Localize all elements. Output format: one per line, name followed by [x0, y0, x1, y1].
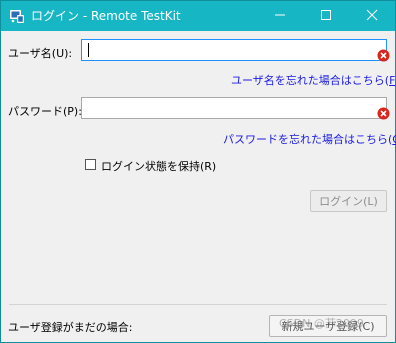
window-title: ログイン - Remote TestKit — [31, 9, 181, 23]
forgot-password-link-text: パスワードを忘れた場合はこちら( — [223, 133, 393, 146]
forgot-password-link-key: O — [392, 133, 396, 146]
login-window: ログイン - Remote TestKit ユーザ名(U): ユーザ名を忘れた場… — [0, 0, 396, 343]
keep-login-label[interactable]: ログイン状態を保持(R) — [101, 158, 216, 174]
maximize-icon — [320, 9, 332, 24]
error-icon — [377, 49, 390, 62]
username-field[interactable] — [81, 39, 387, 61]
not-registered-label: ユーザ登録がまだの場合: — [8, 321, 133, 334]
minimize-icon — [274, 9, 286, 24]
keep-login-checkbox[interactable] — [85, 159, 96, 170]
text-caret — [88, 43, 89, 57]
minimize-button[interactable] — [257, 1, 303, 31]
login-button[interactable]: ログイン(L) — [310, 190, 387, 212]
username-input[interactable] — [82, 40, 386, 60]
password-field[interactable] — [81, 97, 387, 119]
divider — [9, 304, 387, 305]
error-icon — [377, 107, 390, 120]
forgot-username-link[interactable]: ユーザ名を忘れた場合はこちら(F) — [231, 72, 396, 88]
watermark: CSDN @苏2099 — [279, 317, 364, 330]
forgot-password-link[interactable]: パスワードを忘れた場合はこちら(O) — [223, 131, 396, 147]
password-label: パスワード(P): — [8, 105, 82, 118]
close-icon — [366, 9, 378, 24]
title-bar: ログイン - Remote TestKit — [1, 1, 395, 31]
username-label: ユーザ名(U): — [8, 47, 73, 60]
maximize-button[interactable] — [303, 1, 349, 31]
close-button[interactable] — [349, 1, 395, 31]
forgot-username-link-text: ユーザ名を忘れた場合はこちら( — [231, 74, 390, 87]
login-button-label: ログイン(L) — [319, 195, 378, 208]
remote-testkit-app-icon — [9, 8, 25, 24]
password-input[interactable] — [82, 98, 386, 118]
